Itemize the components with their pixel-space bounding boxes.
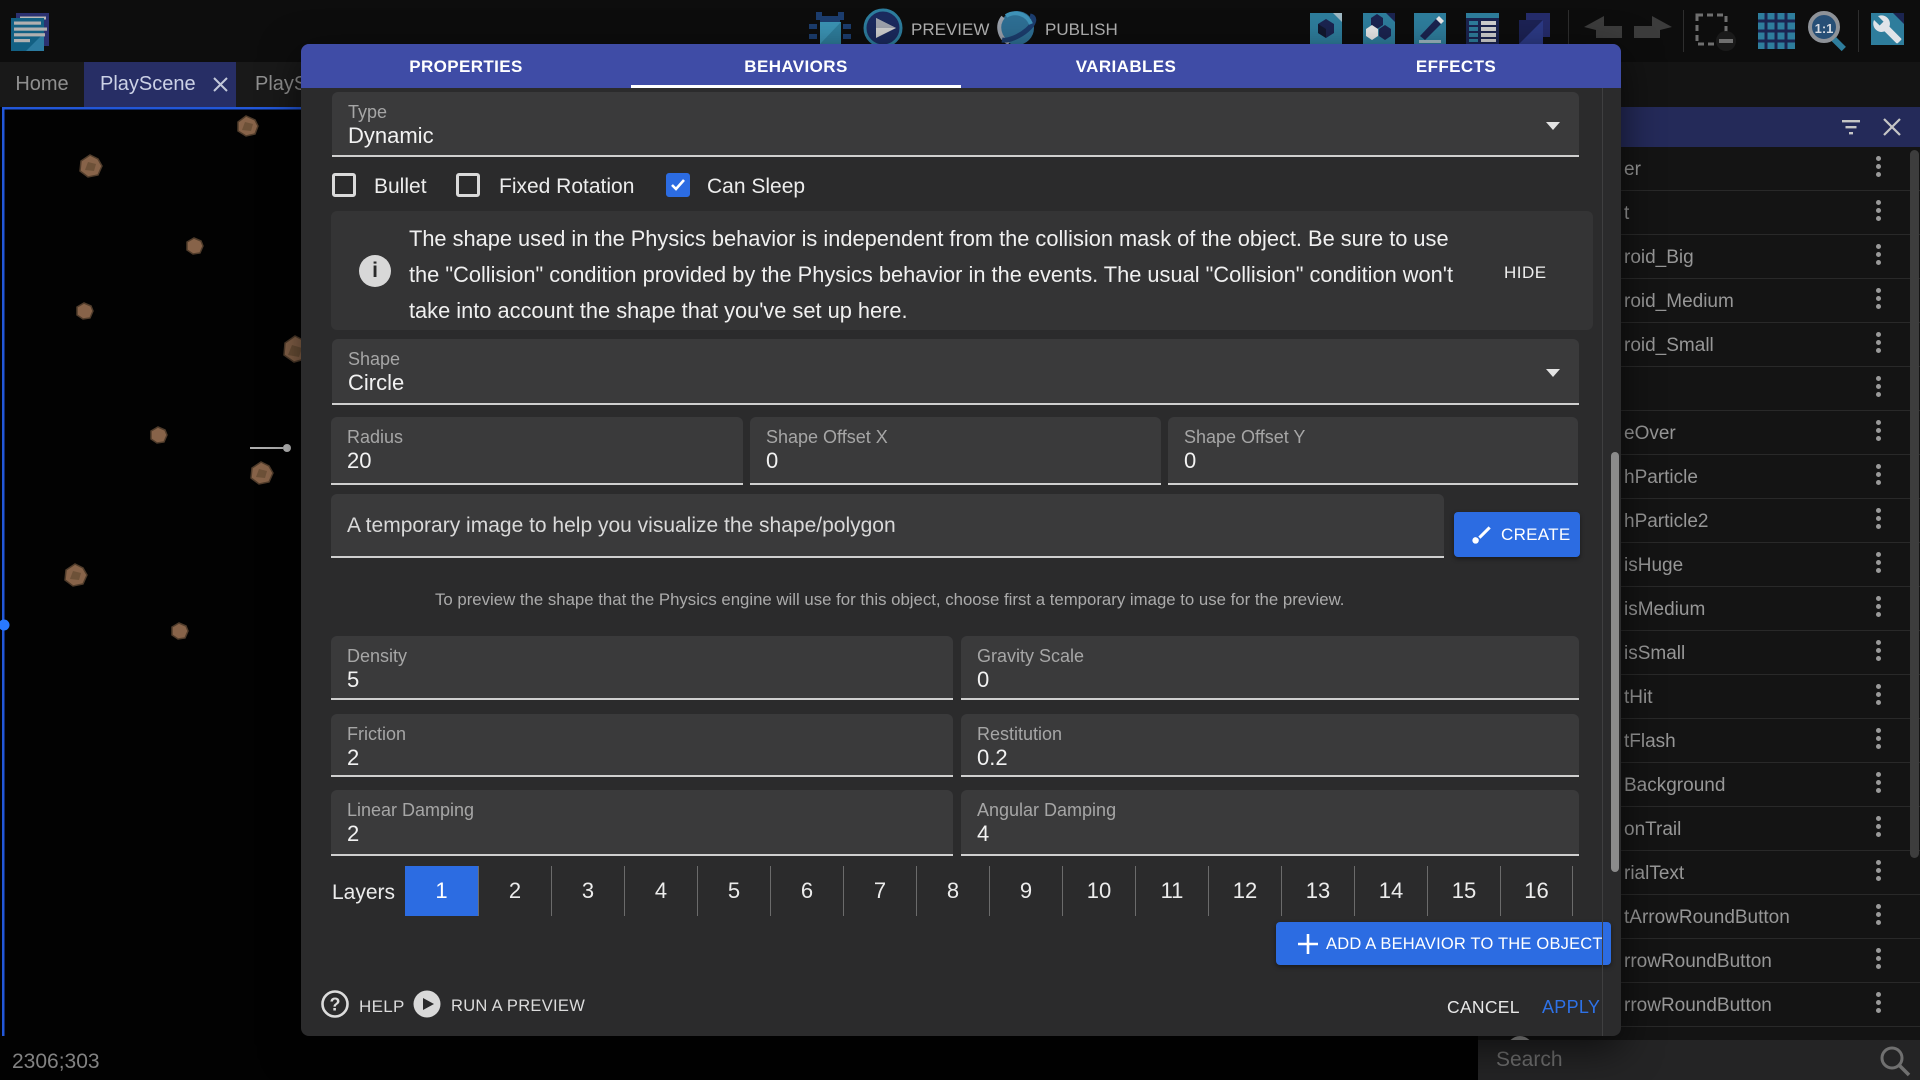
svg-text:?: ? [330, 995, 341, 1015]
svg-text:1:1: 1:1 [1815, 21, 1834, 36]
